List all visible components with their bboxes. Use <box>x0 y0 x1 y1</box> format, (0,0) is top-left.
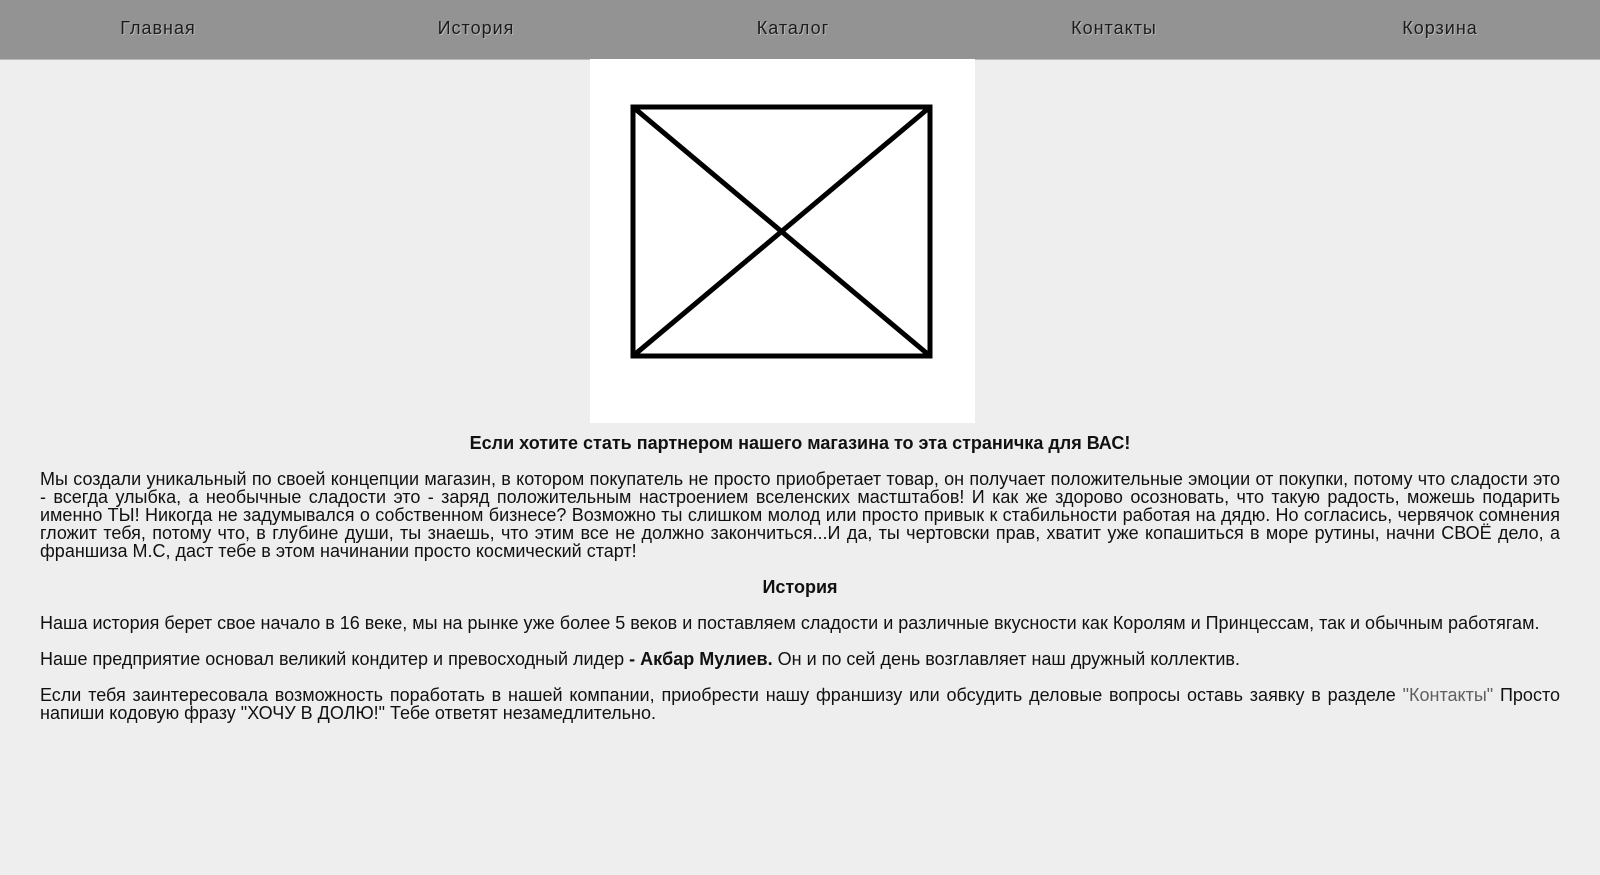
intro-paragraph: Мы создали уникальный по своей концепции… <box>40 469 1560 561</box>
top-navigation: Главная История Каталог Контакты Корзина <box>0 0 1600 60</box>
nav-item-contacts[interactable]: Контакты <box>1004 0 1224 59</box>
history-title: История <box>762 577 838 597</box>
nav-item-history[interactable]: История <box>366 0 586 59</box>
founder-name: - Акбар Мулиев. <box>629 649 773 669</box>
founder-paragraph: Наше предприятие основал великий кондите… <box>40 650 1560 668</box>
founder-prefix: Наше предприятие основал великий кондите… <box>40 649 630 669</box>
nav-item-catalog[interactable]: Каталог <box>683 0 903 59</box>
history-paragraph: Наша история берет свое начало в 16 веке… <box>40 613 1540 633</box>
contact-prefix: Если тебя заинтересовала возможность пор… <box>40 685 1403 705</box>
hero-image <box>590 59 975 423</box>
contacts-link[interactable]: "Контакты" <box>1403 685 1494 705</box>
contact-paragraph: Если тебя заинтересовала возможность пор… <box>40 686 1560 722</box>
main-content: Если хотите стать партнером нашего магаз… <box>40 434 1560 740</box>
nav-item-home[interactable]: Главная <box>48 0 268 59</box>
image-placeholder-icon <box>630 104 933 359</box>
nav-item-cart[interactable]: Корзина <box>1330 0 1550 59</box>
founder-suffix: Он и по сей день возглавляет наш дружный… <box>772 649 1240 669</box>
partner-headline: Если хотите стать партнером нашего магаз… <box>469 433 1131 453</box>
